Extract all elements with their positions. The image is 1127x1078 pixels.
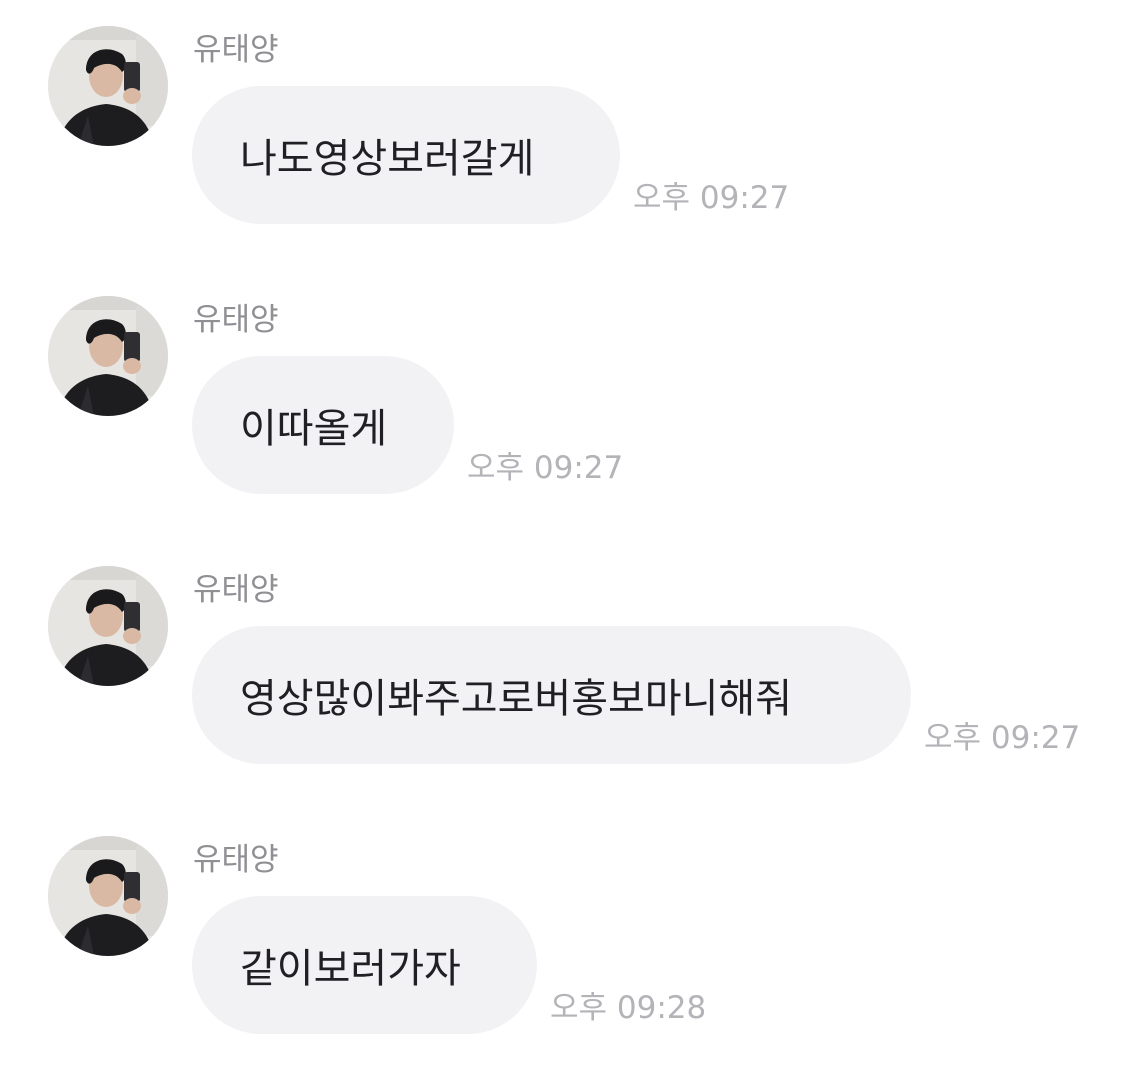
message-text: 영상많이봐주고로버홍보마니해줘 bbox=[240, 676, 792, 722]
message-bubble[interactable]: 나도영상보러갈게 bbox=[192, 86, 620, 224]
avatar[interactable] bbox=[48, 566, 168, 686]
message-text: 나도영상보러갈게 bbox=[240, 136, 535, 182]
message-text: 이따올게 bbox=[240, 406, 388, 452]
message-timestamp: 오후 09:27 bbox=[467, 450, 624, 486]
avatar[interactable] bbox=[48, 26, 168, 146]
message-row: 유태양 이따올게 오후 09:27 bbox=[0, 296, 1127, 536]
avatar[interactable] bbox=[48, 836, 168, 956]
sender-name: 유태양 bbox=[193, 572, 279, 608]
sender-name: 유태양 bbox=[193, 302, 279, 338]
sender-name: 유태양 bbox=[193, 842, 279, 878]
profile-photo-icon bbox=[48, 836, 168, 956]
message-timestamp: 오후 09:28 bbox=[550, 990, 707, 1026]
message-timestamp: 오후 09:27 bbox=[633, 180, 790, 216]
message-bubble[interactable]: 영상많이봐주고로버홍보마니해줘 bbox=[192, 626, 911, 764]
chat-thread: 유태양 나도영상보러갈게 오후 09:27 유태양 이따올게 오후 09:27 bbox=[0, 0, 1127, 1078]
profile-photo-icon bbox=[48, 566, 168, 686]
message-bubble[interactable]: 같이보러가자 bbox=[192, 896, 537, 1034]
message-bubble[interactable]: 이따올게 bbox=[192, 356, 454, 494]
message-text: 같이보러가자 bbox=[240, 946, 461, 992]
message-row: 유태양 영상많이봐주고로버홍보마니해줘 오후 09:27 bbox=[0, 566, 1127, 806]
message-timestamp: 오후 09:27 bbox=[924, 720, 1081, 756]
profile-photo-icon bbox=[48, 26, 168, 146]
avatar[interactable] bbox=[48, 296, 168, 416]
message-row: 유태양 같이보러가자 오후 09:28 bbox=[0, 836, 1127, 1076]
message-row: 유태양 나도영상보러갈게 오후 09:27 bbox=[0, 26, 1127, 266]
sender-name: 유태양 bbox=[193, 32, 279, 68]
profile-photo-icon bbox=[48, 296, 168, 416]
